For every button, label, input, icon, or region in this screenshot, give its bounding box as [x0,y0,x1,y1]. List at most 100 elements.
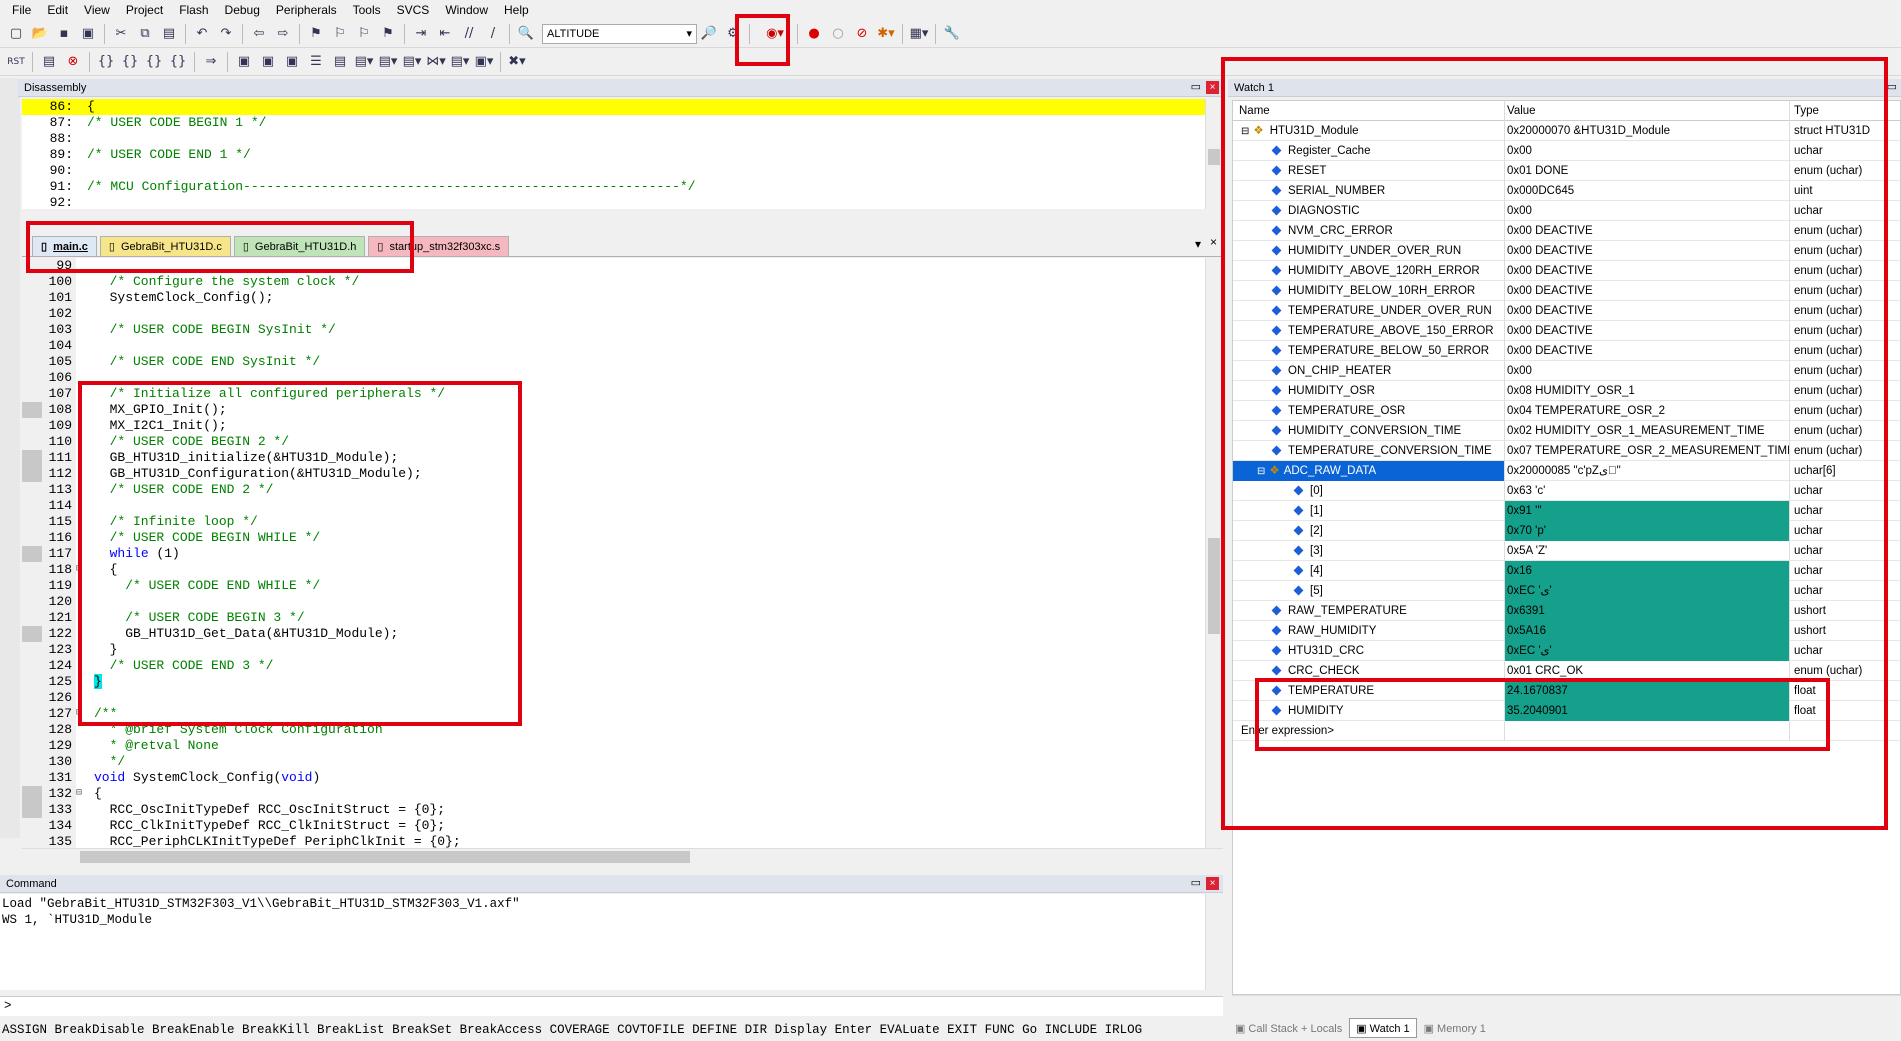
fold-marker[interactable] [76,530,88,546]
watch-value[interactable]: 0x5A 'Z' [1507,545,1547,557]
close-tab-icon[interactable]: × [1210,235,1217,249]
watch-row[interactable]: TEMPERATURE_ABOVE_150_ERROR 0x00 DEACTIVE… [1233,321,1900,341]
comment-icon[interactable]: // [458,23,480,45]
editor-tab[interactable]: ▯ GebraBit_HTU31D.h [233,236,366,256]
watch-value[interactable]: 0x16 [1507,565,1532,577]
breakpoint-gutter[interactable] [22,578,42,594]
code-line[interactable]: 123 } [22,642,1205,658]
redo-icon[interactable]: ↷ [215,23,237,45]
watch-row[interactable]: [3] 0x5A 'Z' uchar [1233,541,1900,561]
code-line[interactable]: 114 [22,498,1205,514]
watch-row[interactable]: TEMPERATURE_BELOW_50_ERROR 0x00 DEACTIVE e… [1233,341,1900,361]
indent-icon[interactable]: ⇥ [410,23,432,45]
find-in-files-icon[interactable]: 🔍 [515,23,537,45]
code-line[interactable]: 101 SystemClock_Config(); [22,290,1205,306]
watch-row[interactable]: TEMPERATURE_CONVERSION_TIME 0x07 TEMPERAT… [1233,441,1900,461]
watch-value[interactable]: 0x00 [1507,205,1532,217]
breakpoint-gutter[interactable] [22,306,42,322]
watch-row[interactable]: HUMIDITY_CONVERSION_TIME 0x02 HUMIDITY_OS… [1233,421,1900,441]
watch-row[interactable]: HUMIDITY_BELOW_10RH_ERROR 0x00 DEACTIVE en… [1233,281,1900,301]
code-line[interactable]: 99 [22,258,1205,274]
outdent-icon[interactable]: ⇤ [434,23,456,45]
disassembly-scrollbar[interactable] [1205,99,1221,209]
code-line[interactable]: 109 MX_I2C1_Init(); [22,418,1205,434]
paste-icon[interactable]: ▤ [158,23,180,45]
watch-value[interactable]: 0x02 HUMIDITY_OSR_1_MEASUREMENT_TIME [1507,425,1765,437]
step-over-icon[interactable]: {} [119,51,141,73]
open-file-icon[interactable]: 📂 [29,23,51,45]
fold-marker[interactable] [76,834,88,848]
editor-tab[interactable]: ▯ main.c [32,236,97,256]
next-bookmark-icon[interactable]: ⚐ [353,23,375,45]
watch-row[interactable]: [4] 0x16 uchar [1233,561,1900,581]
cut-icon[interactable]: ✂ [110,23,132,45]
watch-value[interactable]: 0x08 HUMIDITY_OSR_1 [1507,385,1635,397]
fold-marker[interactable] [76,610,88,626]
copy-icon[interactable]: ⧉ [134,23,156,45]
watch-row[interactable]: [0] 0x63 'c' uchar [1233,481,1900,501]
fold-marker[interactable] [76,690,88,706]
menu-item-help[interactable]: Help [496,0,537,20]
watch-row[interactable]: TEMPERATURE_OSR 0x04 TEMPERATURE_OSR_2 enu… [1233,401,1900,421]
watch-value[interactable]: 0x00 DEACTIVE [1507,305,1593,317]
bottom-tab[interactable]: ▣ Memory 1 [1417,1018,1493,1038]
serial-window-icon[interactable]: ▤▾ [401,51,423,73]
run-icon[interactable]: ▤ [38,51,60,73]
incremental-find-icon[interactable]: ⚙ [722,23,744,45]
bookmark-icon[interactable]: ⚑ [305,23,327,45]
pin-icon[interactable]: ▭ [1191,80,1201,93]
watch-row[interactable]: ⊟ ❖ HTU31D_Module 0x20000070 &HTU31D_Module… [1233,121,1900,141]
code-line[interactable]: 129 * @retval None [22,738,1205,754]
code-line[interactable]: 120 [22,594,1205,610]
fold-marker[interactable]: ⊟ [76,562,88,578]
command-scrollbar[interactable] [1205,894,1221,990]
config-icon[interactable]: ✱▾ [875,23,897,45]
breakpoint-gutter[interactable] [22,594,42,610]
watch-value[interactable]: 0x00 DEACTIVE [1507,265,1593,277]
watch-row[interactable]: CRC_CHECK 0x01 CRC_OK enum (uchar) [1233,661,1900,681]
watch-row[interactable]: NVM_CRC_ERROR 0x00 DEACTIVE enum (uchar) [1233,221,1900,241]
breakpoint-gutter[interactable] [22,722,42,738]
fold-marker[interactable] [76,338,88,354]
editor-vscrollbar[interactable] [1205,258,1221,848]
code-line[interactable]: 124 /* USER CODE END 3 */ [22,658,1205,674]
fold-marker[interactable] [76,354,88,370]
breakpoint-gutter[interactable] [22,546,42,562]
watch-row[interactable]: HUMIDITY_OSR 0x08 HUMIDITY_OSR_1 enum (uch… [1233,381,1900,401]
trace-window-icon[interactable]: ▤▾ [449,51,471,73]
watch-value[interactable]: 0x20000070 &HTU31D_Module [1507,125,1670,137]
fold-marker[interactable] [76,482,88,498]
breakpoint-gutter[interactable] [22,786,42,802]
code-line[interactable]: 111 GB_HTU31D_initialize(&HTU31D_Module)… [22,450,1205,466]
code-line[interactable]: 106 [22,370,1205,386]
menu-item-file[interactable]: File [4,0,39,20]
undo-icon[interactable]: ↶ [191,23,213,45]
save-icon[interactable]: ▪ [53,23,75,45]
editor-tab[interactable]: ▯ GebraBit_HTU31D.c [99,236,231,256]
watch-value[interactable]: 0x00 DEACTIVE [1507,225,1593,237]
watch-row[interactable]: TEMPERATURE_UNDER_OVER_RUN 0x00 DEACTIVE e… [1233,301,1900,321]
watch-value[interactable]: 0x63 'c' [1507,485,1545,497]
watch-value[interactable]: 0x91 ''' [1507,505,1542,517]
breakpoint-gutter[interactable] [22,674,42,690]
fold-marker[interactable] [76,290,88,306]
code-line[interactable]: 117 while (1) [22,546,1205,562]
collapse-icon[interactable]: ⊟ [1257,466,1265,477]
breakpoint-gutter[interactable] [22,418,42,434]
watch-row[interactable]: ⊟ ❖ ADC_RAW_DATA 0x20000085 "c'pZ ی" uchar[6… [1233,461,1900,481]
value-column-header[interactable]: Value [1504,101,1789,121]
menu-item-peripherals[interactable]: Peripherals [268,0,345,20]
watch-value[interactable]: 24.1670837 [1507,685,1568,697]
watch-row[interactable]: RESET 0x01 DONE enum (uchar) [1233,161,1900,181]
new-file-icon[interactable]: ▢ [5,23,27,45]
tab-list-dropdown-icon[interactable]: ▾ [1195,237,1201,251]
breakpoint-gutter[interactable] [22,834,42,848]
prev-bookmark-icon[interactable]: ⚐ [329,23,351,45]
breakpoint-gutter[interactable] [22,338,42,354]
breakpoint-gutter[interactable] [22,658,42,674]
breakpoint-gutter[interactable] [22,642,42,658]
disassembly-line[interactable]: 91: /* MCU Configuration-----------------… [22,179,1205,195]
fold-marker[interactable]: ⊟ [76,786,88,802]
code-line[interactable]: 118 ⊟ { [22,562,1205,578]
window-layout-icon[interactable]: ▦▾ [908,23,930,45]
